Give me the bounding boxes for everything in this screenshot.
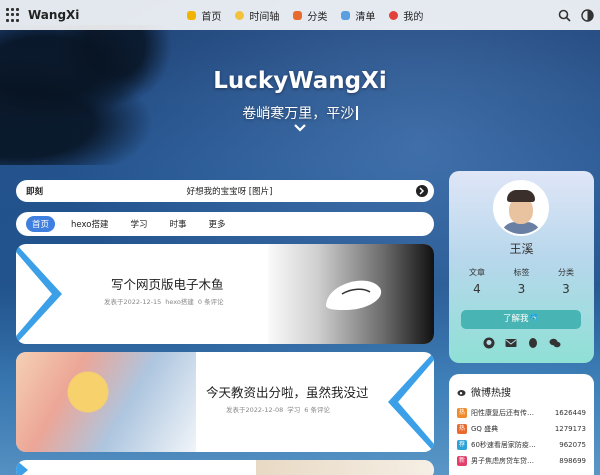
nav-item-mine[interactable]: 我的 <box>389 8 423 23</box>
card-decor <box>16 252 52 336</box>
rank-badge: 新 <box>457 456 467 466</box>
arrow-right-icon[interactable] <box>416 185 428 197</box>
post-category[interactable]: 学习 <box>287 404 300 414</box>
tree-silhouette <box>0 25 230 165</box>
hot-search-header: 微博热搜 <box>457 384 586 399</box>
card-decor <box>398 360 434 444</box>
rank-badge: 荐 <box>457 440 467 450</box>
category-tabs: 首页 hexo搭建 学习 时事 更多 <box>16 212 434 236</box>
wechat-icon[interactable] <box>549 337 561 349</box>
nav-item-label: 时间轴 <box>249 11 280 23</box>
avatar-hair <box>507 190 535 202</box>
card-decor <box>16 460 28 475</box>
stat-label: 分类 <box>558 268 574 277</box>
nav-tools <box>558 8 594 22</box>
stat-tags[interactable]: 标签 3 <box>504 267 540 296</box>
post-cover-image[interactable] <box>268 244 434 344</box>
announcement-bar[interactable]: 即刻 好想我的宝宝呀 [图片] <box>16 180 434 202</box>
announcement-text: 好想我的宝宝呀 [图片] <box>186 187 273 197</box>
about-me-button[interactable]: 了解我🐬 <box>461 310 581 329</box>
weibo-icon <box>457 389 466 396</box>
hot-search-count: 1626449 <box>554 409 586 417</box>
hot-search-row[interactable]: 荐 60秒速看居家防疫… 962075 <box>457 437 586 453</box>
stat-value: 3 <box>517 282 526 296</box>
post-title[interactable]: 今天教资出分啦，虽然我没过 <box>206 382 369 401</box>
search-icon[interactable] <box>558 9 571 22</box>
tab-hexo[interactable]: hexo搭建 <box>65 216 114 232</box>
post-cover-image[interactable] <box>16 352 196 452</box>
nav-item-list[interactable]: 清单 <box>341 8 375 23</box>
nav-item-category[interactable]: 分类 <box>293 8 327 23</box>
hot-search-widget: 微博热搜 热 阳性康复后还有传… 1626449 热 GQ 盛典 1279173… <box>449 374 594 475</box>
tab-news[interactable]: 时事 <box>163 216 192 232</box>
scroll-down-icon[interactable] <box>293 123 307 133</box>
nav-item-label: 我的 <box>403 11 424 23</box>
post-date: 发表于2022-12-08 <box>226 406 284 414</box>
profile-stats: 文章 4 标签 3 分类 3 <box>459 267 584 296</box>
post-cover-image[interactable] <box>256 460 434 475</box>
nav-item-home[interactable]: 首页 <box>187 8 221 23</box>
clock-icon <box>235 10 245 20</box>
rank-badge: 热 <box>457 424 467 434</box>
email-icon[interactable] <box>505 337 517 349</box>
announcement-label: 即刻 <box>26 187 44 197</box>
stat-label: 标签 <box>513 268 530 277</box>
tab-home[interactable]: 首页 <box>26 216 56 232</box>
hero-title: LuckyWangXi <box>213 68 387 94</box>
hot-search-topic[interactable]: GQ 盛典 <box>471 424 551 434</box>
hot-search-topic[interactable]: 阳性康复后还有传… <box>471 408 551 418</box>
avatar-shirt <box>501 222 541 234</box>
list-icon <box>341 10 351 20</box>
home-icon <box>187 10 197 20</box>
post-date: 发表于2022-12-15 <box>104 298 162 306</box>
post-title[interactable]: 写个网页版电子木鱼 <box>111 274 224 293</box>
social-links <box>449 337 594 349</box>
stat-label: 文章 <box>469 268 485 277</box>
post-meta: 发表于2022-12-08 学习 6 条评论 <box>226 404 330 414</box>
post-comments[interactable]: 6 条评论 <box>304 404 330 414</box>
hot-search-row[interactable]: 新 男子焦虑房贷车贷… 898699 <box>457 453 586 469</box>
github-icon[interactable] <box>483 337 495 349</box>
dark-mode-icon[interactable] <box>581 8 594 22</box>
hot-search-row[interactable]: 热 阳性康复后还有传… 1626449 <box>457 405 586 421</box>
wooden-fish-image <box>326 280 382 310</box>
post-category[interactable]: hexo搭建 <box>165 296 194 306</box>
nav-item-label: 首页 <box>201 11 222 23</box>
stat-value: 4 <box>473 282 481 296</box>
profile-card: 王溪 文章 4 标签 3 分类 3 了解我🐬 <box>449 171 594 363</box>
hero-subtitle: 卷峭寒万里，平沙 <box>0 103 600 123</box>
post-card[interactable]: 今天教资出分啦，虽然我没过 发表于2022-12-08 学习 6 条评论 <box>16 352 434 452</box>
hot-search-count: 962075 <box>559 441 586 449</box>
hero-subtitle-text: 卷峭寒万里，平沙 <box>242 106 355 122</box>
nav-links: 首页 时间轴 分类 清单 我的 <box>187 8 423 23</box>
profile-name: 王溪 <box>509 242 534 256</box>
navbar: WangXi 首页 时间轴 分类 清单 我的 <box>0 0 600 30</box>
rank-badge: 热 <box>457 408 467 418</box>
user-icon <box>389 10 399 20</box>
stat-articles[interactable]: 文章 4 <box>459 267 495 296</box>
typing-caret <box>356 106 358 120</box>
avatar[interactable] <box>493 180 549 236</box>
nav-item-label: 分类 <box>307 11 328 23</box>
tab-more[interactable]: 更多 <box>202 216 231 232</box>
category-icon <box>293 10 303 20</box>
post-card[interactable]: 写个网页版电子木鱼 发表于2022-12-15 hexo搭建 0 条评论 <box>16 244 434 344</box>
qq-icon[interactable] <box>527 337 539 349</box>
post-card[interactable] <box>16 460 434 475</box>
grid-menu-icon[interactable] <box>6 8 20 22</box>
site-brand[interactable]: WangXi <box>28 8 79 22</box>
hot-search-topic[interactable]: 男子焦虑房贷车贷… <box>471 456 555 466</box>
nav-item-timeline[interactable]: 时间轴 <box>235 8 279 23</box>
hot-search-topic[interactable]: 60秒速看居家防疫… <box>471 440 555 450</box>
stat-value: 3 <box>562 282 570 296</box>
hot-search-title: 微博热搜 <box>471 388 511 399</box>
nav-item-label: 清单 <box>355 11 376 23</box>
post-meta: 发表于2022-12-15 hexo搭建 0 条评论 <box>104 296 224 306</box>
hot-search-count: 1279173 <box>554 425 586 433</box>
post-comments[interactable]: 0 条评论 <box>198 296 224 306</box>
tab-study[interactable]: 学习 <box>124 216 153 232</box>
hot-search-row[interactable]: 热 GQ 盛典 1279173 <box>457 421 586 437</box>
hot-search-count: 898699 <box>559 457 586 465</box>
stat-categories[interactable]: 分类 3 <box>548 267 584 296</box>
